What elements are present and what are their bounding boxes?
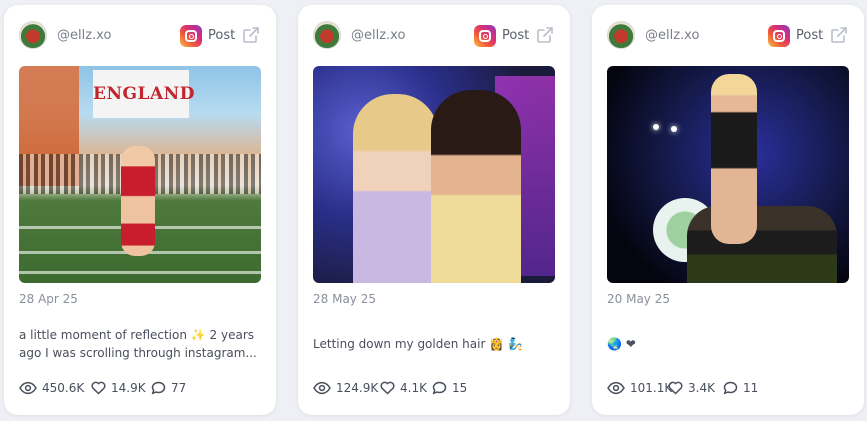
- post-date: 20 May 25: [607, 292, 670, 306]
- post-card[interactable]: @ellz.xo Post 28 May 25 Letting down my …: [298, 5, 570, 415]
- heart-icon: [668, 381, 683, 395]
- heart-icon: [380, 381, 395, 395]
- likes-stat: 14.9K: [91, 381, 146, 395]
- caption-line: a little moment of reflection ✨ 2 years: [19, 328, 255, 342]
- person-right: [431, 90, 521, 283]
- person-left: [353, 94, 438, 283]
- post-stats: 124.9K 4.1K 15: [313, 381, 555, 399]
- post-caption: Letting down my golden hair 👸 🧞: [313, 335, 555, 353]
- caption-line: 🌏 ❤: [607, 337, 636, 351]
- field-line: [19, 271, 261, 274]
- avatar: [19, 21, 47, 49]
- instagram-icon: [474, 25, 496, 47]
- views-count: 450.6K: [42, 381, 85, 395]
- account-handle: @ellz.xo: [645, 28, 700, 43]
- likes-count: 4.1K: [400, 381, 427, 395]
- post-caption: 🌏 ❤: [607, 335, 849, 353]
- likes-count: 14.9K: [111, 381, 146, 395]
- instagram-icon: [180, 25, 202, 47]
- post-date: 28 Apr 25: [19, 292, 78, 306]
- card-header: @ellz.xo Post: [607, 21, 849, 51]
- post-link[interactable]: Post: [208, 28, 235, 43]
- post-image[interactable]: [607, 66, 849, 283]
- eye-icon: [313, 381, 331, 395]
- post-image[interactable]: [313, 66, 555, 283]
- post-link[interactable]: Post: [502, 28, 529, 43]
- eye-icon: [19, 381, 37, 395]
- comments-count: 77: [171, 381, 187, 395]
- avatar: [313, 21, 341, 49]
- comment-icon: [432, 381, 447, 395]
- post-link[interactable]: Post: [796, 28, 823, 43]
- stage-light: [671, 126, 677, 132]
- likes-count: 3.4K: [688, 381, 715, 395]
- views-count: 101.1K: [630, 381, 673, 395]
- likes-stat: 3.4K: [668, 381, 715, 395]
- caption-line: ago I was scrolling through instagram...: [19, 346, 257, 360]
- external-link-icon[interactable]: [830, 26, 848, 44]
- comment-icon: [151, 381, 166, 395]
- account-handle: @ellz.xo: [57, 28, 112, 43]
- caption-line: Letting down my golden hair 👸 🧞: [313, 337, 523, 351]
- likes-stat: 4.1K: [380, 381, 427, 395]
- post-caption: a little moment of reflection ✨ 2 years …: [19, 326, 261, 362]
- views-stat: 124.9K: [313, 381, 378, 395]
- views-stat: 101.1K: [607, 381, 672, 395]
- cheer-flyer: [711, 74, 757, 244]
- comments-stat: 15: [432, 381, 467, 395]
- post-stats: 450.6K 14.9K 77: [19, 381, 261, 399]
- stage-light: [653, 124, 659, 130]
- comments-count: 11: [743, 381, 759, 395]
- comments-count: 15: [452, 381, 468, 395]
- avatar: [607, 21, 635, 49]
- photo-sign-text: ENGLAND: [93, 70, 194, 118]
- post-date: 28 May 25: [313, 292, 376, 306]
- post-image[interactable]: ENGLAND: [19, 66, 261, 283]
- instagram-icon: [768, 25, 790, 47]
- cheer-base: [687, 206, 837, 283]
- views-stat: 450.6K: [19, 381, 84, 395]
- post-card[interactable]: @ellz.xo Post 20 May 25 🌏 ❤ 101.1K 3.4K …: [592, 5, 864, 415]
- post-card[interactable]: @ellz.xo Post ENGLAND 28 Apr 25 a little…: [4, 5, 276, 415]
- eye-icon: [607, 381, 625, 395]
- external-link-icon[interactable]: [242, 26, 260, 44]
- card-header: @ellz.xo Post: [19, 21, 261, 51]
- post-stats: 101.1K 3.4K 11: [607, 381, 849, 399]
- comments-stat: 11: [723, 381, 758, 395]
- cheerleader: [121, 146, 155, 256]
- comment-icon: [723, 381, 738, 395]
- card-header: @ellz.xo Post: [313, 21, 555, 51]
- views-count: 124.9K: [336, 381, 379, 395]
- comments-stat: 77: [151, 381, 186, 395]
- account-handle: @ellz.xo: [351, 28, 406, 43]
- heart-icon: [91, 381, 106, 395]
- external-link-icon[interactable]: [536, 26, 554, 44]
